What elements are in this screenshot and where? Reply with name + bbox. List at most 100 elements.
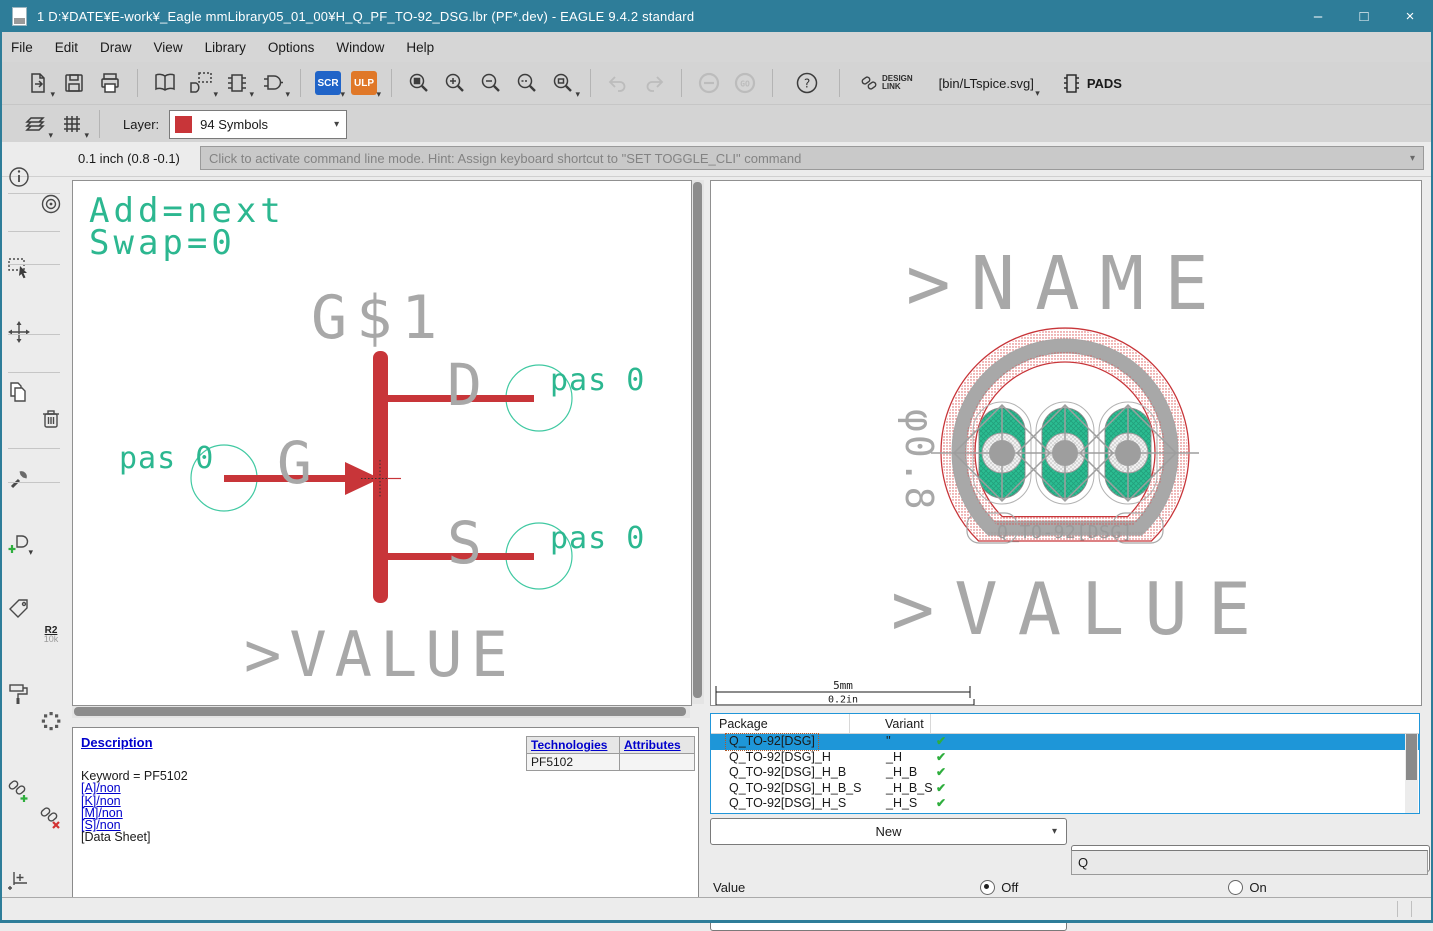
drc-go-button[interactable]: GO <box>728 67 762 99</box>
table-row[interactable]: Q_TO-92[DSG]_H _H ✔ <box>711 750 1419 766</box>
layer-settings-button[interactable] <box>19 108 53 140</box>
symbol-editor-canvas[interactable]: Add=next Swap=0 G$1 D G S pas 0 pas 0 pa… <box>72 180 692 706</box>
description-link[interactable]: Description <box>81 735 153 750</box>
main-toolbar: SCR ULP GO ? DESIGNLINK [bin/LTspice.svg… <box>0 62 1433 104</box>
package-preview-canvas[interactable]: >NAME Q_TO-92[DSG] <box>710 180 1422 706</box>
info-icon <box>6 164 32 190</box>
add-gate-icon <box>6 531 32 557</box>
variant-column-header[interactable]: Variant <box>885 717 924 731</box>
window-title: 1 D:¥DATE¥E-work¥_Eagle mmLibrary05_01_0… <box>37 9 694 24</box>
zoom-out-button[interactable] <box>474 67 508 99</box>
prefix-value-field[interactable]: Q <box>1071 850 1428 875</box>
package-table-scrollbar[interactable] <box>1405 734 1418 813</box>
menu-draw[interactable]: Draw <box>89 40 143 55</box>
name-tool[interactable] <box>5 594 33 621</box>
zoom-fit-button[interactable] <box>402 67 436 99</box>
move-icon <box>6 319 32 345</box>
design-link-button[interactable]: DESIGNLINK <box>854 68 919 98</box>
layer-selected: 94 Symbols <box>200 117 268 132</box>
change-tool[interactable] <box>5 465 33 492</box>
technology-tool[interactable] <box>5 680 33 707</box>
delete-tool[interactable] <box>37 405 65 432</box>
symbol-vertical-scrollbar[interactable] <box>692 180 704 704</box>
package-variant-table[interactable]: Package ˆ Variant Q_TO-92[DSG] '' ✔ Q_TO… <box>710 713 1420 814</box>
pin-label-g: pas 0 <box>119 441 214 476</box>
group-select-tool[interactable] <box>5 254 33 281</box>
ltspice-export-button[interactable]: [bin/LTspice.svg] <box>933 68 1040 98</box>
device-button[interactable] <box>184 67 218 99</box>
info-tool[interactable] <box>5 163 33 190</box>
menu-view[interactable]: View <box>143 40 194 55</box>
copy-tool[interactable] <box>5 378 33 405</box>
sort-ascending-icon: ˆ <box>851 713 854 723</box>
ulp-badge: ULP <box>351 71 377 95</box>
eye-icon <box>38 191 64 217</box>
layers-icon <box>23 111 49 137</box>
gate-icon <box>260 70 286 96</box>
show-tool[interactable] <box>37 190 65 217</box>
layer-dropdown[interactable]: 94 Symbols <box>169 110 347 139</box>
table-row[interactable]: Q_TO-92[DSG]_H_S _H_S ✔ <box>711 796 1419 812</box>
print-button[interactable] <box>93 67 127 99</box>
run-ulp-button[interactable]: ULP <box>347 67 381 99</box>
menu-window[interactable]: Window <box>325 40 395 55</box>
zoom-select-button[interactable] <box>510 67 544 99</box>
technologies-header[interactable]: Technologies <box>527 737 620 754</box>
zoom-redraw-button[interactable] <box>546 67 580 99</box>
technologies-table: Technologies Attributes PF5102 <box>526 736 695 771</box>
open-book-icon <box>152 71 178 95</box>
close-button[interactable]: × <box>1387 0 1433 32</box>
table-row[interactable]: Q_TO-92[DSG]_H_B_S _H_B_S ✔ <box>711 781 1419 797</box>
mark-tool[interactable] <box>5 865 33 892</box>
command-line-input[interactable]: Click to activate command line mode. Hin… <box>200 146 1424 170</box>
value-on-radio[interactable] <box>1228 880 1243 895</box>
minimize-button[interactable]: – <box>1295 0 1341 32</box>
menu-options[interactable]: Options <box>257 40 326 55</box>
resize-grip[interactable] <box>1411 901 1412 917</box>
value-tool-10k: 10k <box>44 635 59 644</box>
pin-name-d: D <box>447 351 482 419</box>
zoom-in-button[interactable] <box>438 67 472 99</box>
drc-stop-button[interactable] <box>692 67 726 99</box>
pads-ic-icon <box>1060 71 1082 95</box>
value-tool[interactable]: R210k <box>37 621 65 648</box>
connect-remove-tool[interactable] <box>37 805 65 832</box>
zoom-fit-icon <box>407 71 431 95</box>
package-button[interactable] <box>220 67 254 99</box>
trash-icon <box>38 406 64 432</box>
ltspice-label: [bin/LTspice.svg] <box>939 76 1034 91</box>
new-package-button[interactable]: New <box>710 818 1067 845</box>
maximize-button[interactable]: □ <box>1341 0 1387 32</box>
library-button[interactable] <box>148 67 182 99</box>
save-button[interactable] <box>57 67 91 99</box>
run-script-button[interactable]: SCR <box>311 67 345 99</box>
menu-help[interactable]: Help <box>395 40 445 55</box>
move-tool[interactable] <box>5 318 33 345</box>
zoom-out-icon <box>479 71 503 95</box>
new-drawing-button[interactable] <box>21 67 55 99</box>
symbol-horizontal-scrollbar[interactable] <box>72 706 690 718</box>
package-variants-tool[interactable] <box>37 707 65 734</box>
menu-library[interactable]: Library <box>194 40 257 55</box>
paint-roller-icon <box>6 681 32 707</box>
attributes-header[interactable]: Attributes <box>620 737 695 754</box>
table-row[interactable]: Q_TO-92[DSG] '' ✔ <box>711 734 1419 750</box>
help-button[interactable]: ? <box>790 67 824 99</box>
add-part-tool[interactable] <box>5 530 33 557</box>
connect-add-tool[interactable] <box>5 778 33 805</box>
pads-button[interactable]: PADS <box>1054 68 1128 98</box>
menu-edit[interactable]: Edit <box>44 40 89 55</box>
menu-file[interactable]: File <box>0 40 44 55</box>
package-drawing: >NAME Q_TO-92[DSG] <box>711 181 1421 705</box>
value-off-radio[interactable] <box>980 880 995 895</box>
package-table-header: Package ˆ Variant <box>711 714 1419 734</box>
undo-button[interactable] <box>601 67 635 99</box>
table-row[interactable]: Q_TO-92[DSG]_H_B _H_B ✔ <box>711 765 1419 781</box>
grid-button[interactable] <box>55 108 89 140</box>
pin-label-d: pas 0 <box>550 363 645 398</box>
redo-button[interactable] <box>637 67 671 99</box>
stop-icon <box>696 70 722 96</box>
package-column-header[interactable]: Package <box>719 717 768 731</box>
link-icon <box>860 74 878 92</box>
symbol-button[interactable] <box>256 67 290 99</box>
